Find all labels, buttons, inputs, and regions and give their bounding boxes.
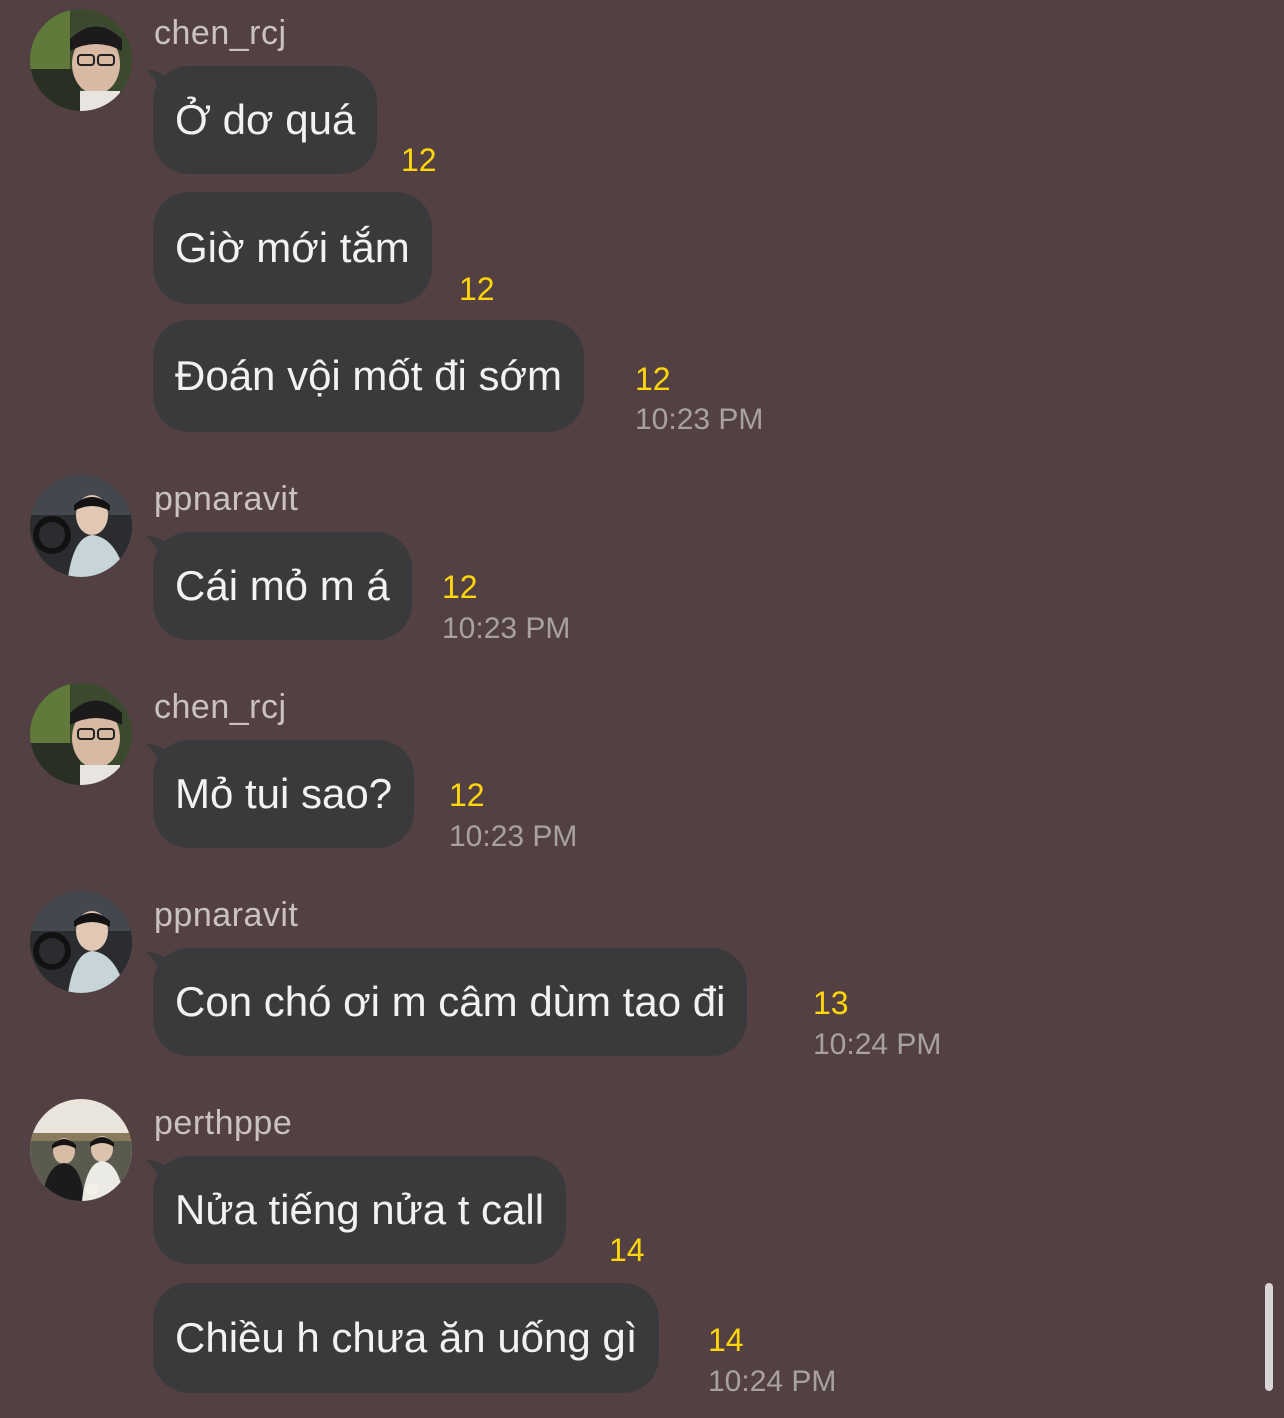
read-count: 12	[635, 361, 671, 397]
message-text: Đoán vội mốt đi sớm	[175, 352, 563, 399]
sender-name: ppnaravit	[154, 480, 299, 518]
sender-name: ppnaravit	[154, 896, 299, 934]
read-count: 14	[708, 1322, 744, 1358]
timestamp: 10:24 PM	[813, 1028, 942, 1061]
message-text: Ở dơ quá	[175, 96, 356, 143]
timestamp: 10:23 PM	[449, 820, 578, 853]
message-bubble[interactable]: Ở dơ quá	[153, 66, 378, 174]
timestamp: 10:23 PM	[635, 403, 764, 436]
avatar-chen-rcj[interactable]	[30, 9, 132, 111]
message-bubble[interactable]: Mỏ tui sao?	[153, 740, 415, 848]
message-text: Chiều h chưa ăn uống gì	[175, 1314, 638, 1361]
message-bubble[interactable]: Con chó ơi m câm dùm tao đi	[153, 948, 748, 1056]
message-text: Nửa tiếng nửa t call	[175, 1186, 545, 1233]
message-text: Giờ mới tắm	[175, 224, 410, 271]
ppnaravit-avatar-image	[30, 475, 132, 577]
read-count: 14	[609, 1232, 645, 1268]
read-count: 12	[459, 271, 495, 307]
message-text: Con chó ơi m câm dùm tao đi	[175, 978, 726, 1025]
read-count: 12	[449, 777, 485, 813]
sender-name: chen_rcj	[154, 688, 287, 726]
avatar-perthppe[interactable]	[30, 1099, 132, 1201]
message-bubble[interactable]: Nửa tiếng nửa t call	[153, 1156, 567, 1264]
read-count: 12	[442, 569, 478, 605]
message-bubble[interactable]: Chiều h chưa ăn uống gì	[153, 1283, 660, 1393]
read-count: 12	[401, 142, 437, 178]
message-bubble[interactable]: Giờ mới tắm	[153, 192, 432, 304]
avatar-ppnaravit[interactable]	[30, 475, 132, 577]
chen-rcj-avatar-image	[30, 9, 132, 111]
sender-name: perthppe	[154, 1104, 293, 1142]
message-text: Cái mỏ m á	[175, 562, 390, 609]
perthppe-avatar-image	[30, 1099, 132, 1201]
message-bubble[interactable]: Cái mỏ m á	[153, 532, 412, 640]
message-bubble[interactable]: Đoán vội mốt đi sớm	[153, 320, 585, 432]
timestamp: 10:24 PM	[708, 1365, 837, 1398]
ppnaravit-avatar-image	[30, 891, 132, 993]
scrollbar-thumb[interactable]	[1265, 1283, 1273, 1391]
chen-rcj-avatar-image	[30, 683, 132, 785]
avatar-chen-rcj[interactable]	[30, 683, 132, 785]
avatar-ppnaravit[interactable]	[30, 891, 132, 993]
sender-name: chen_rcj	[154, 14, 287, 52]
message-text: Mỏ tui sao?	[175, 770, 393, 817]
timestamp: 10:23 PM	[442, 612, 571, 645]
read-count: 13	[813, 985, 849, 1021]
